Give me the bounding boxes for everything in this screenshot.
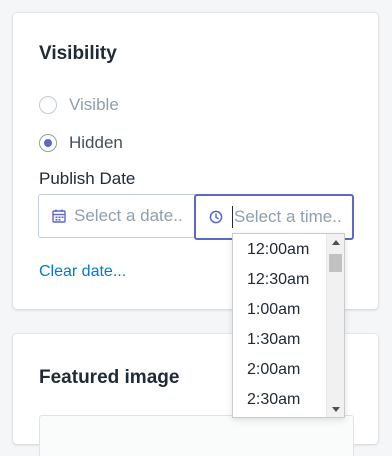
hidden-radio[interactable] [39, 134, 57, 152]
time-dropdown[interactable]: 12:00am 12:30am 1:00am 1:30am 2:00am 2:3… [232, 233, 345, 418]
text-cursor [232, 206, 233, 228]
date-input[interactable]: Select a date.. [38, 194, 198, 238]
time-option[interactable]: 1:30am [233, 325, 326, 355]
scroll-up-arrow-icon[interactable] [327, 235, 344, 249]
time-option[interactable]: 2:30am [233, 385, 326, 415]
image-dropzone[interactable] [39, 415, 354, 456]
visible-radio[interactable] [39, 96, 57, 114]
scrollbar-thumb[interactable] [329, 254, 342, 272]
featured-image-title: Featured image [39, 367, 180, 388]
clear-date-link[interactable]: Clear date... [39, 263, 126, 281]
calendar-icon [52, 209, 66, 223]
time-option-list: 12:00am 12:30am 1:00am 1:30am 2:00am 2:3… [233, 234, 326, 415]
publish-date-label: Publish Date [39, 169, 136, 188]
date-placeholder: Select a date.. [74, 206, 183, 225]
hidden-radio-label: Hidden [69, 133, 123, 152]
time-option[interactable]: 12:00am [233, 235, 326, 265]
visible-radio-option[interactable]: Visible [39, 95, 119, 115]
visibility-title: Visibility [39, 43, 117, 64]
time-placeholder: Select a time.. [234, 207, 342, 226]
time-option[interactable]: 12:30am [233, 265, 326, 295]
scroll-down-arrow-icon[interactable] [327, 402, 344, 416]
time-option[interactable]: 1:00am [233, 295, 326, 325]
time-option[interactable]: 2:00am [233, 355, 326, 385]
visible-radio-label: Visible [69, 95, 119, 114]
clock-icon [209, 210, 223, 224]
hidden-radio-option[interactable]: Hidden [39, 133, 123, 153]
dropdown-scrollbar[interactable] [326, 234, 344, 417]
